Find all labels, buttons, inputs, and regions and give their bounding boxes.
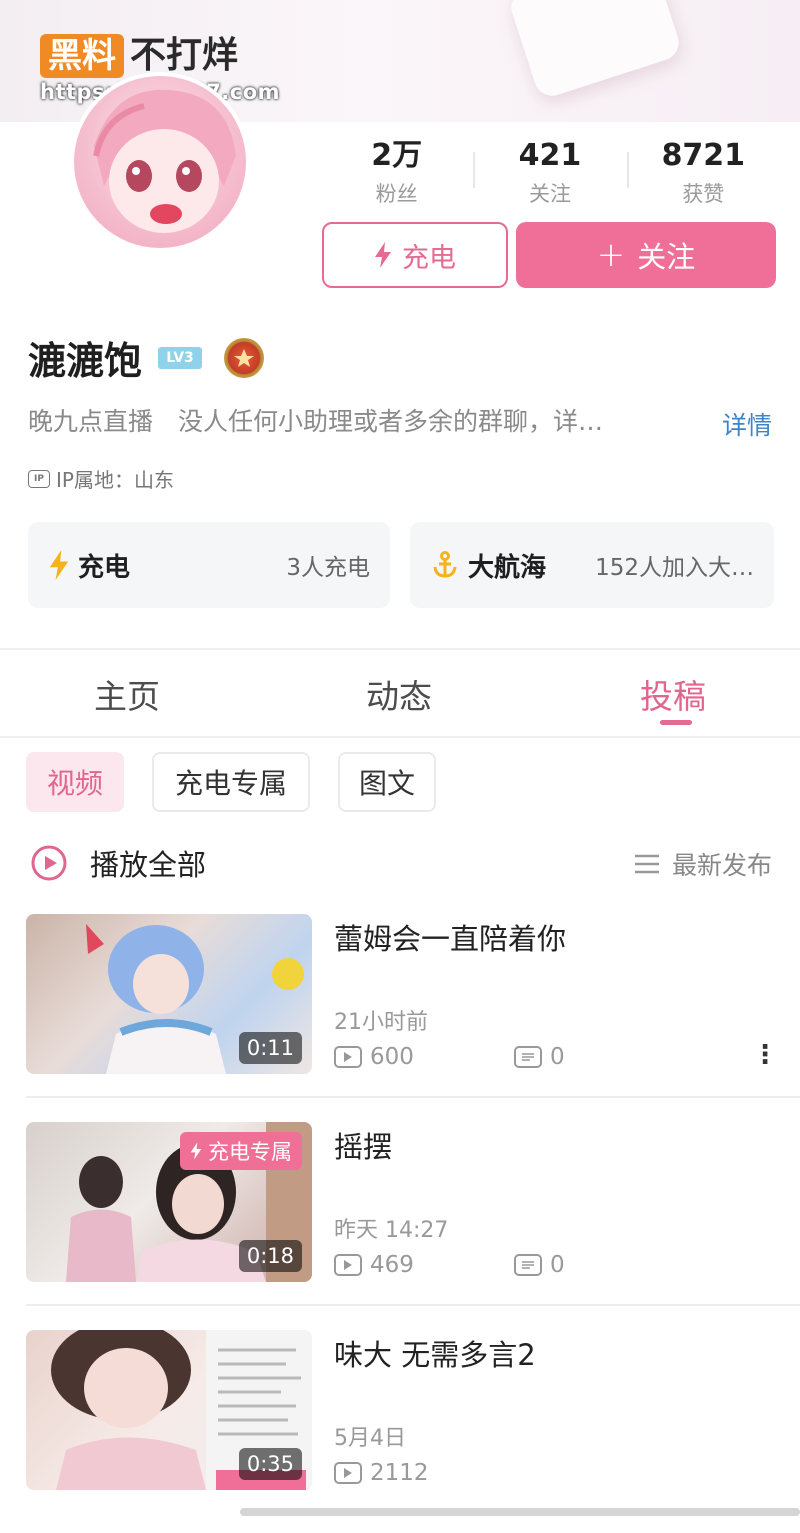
follow-button[interactable]: + 关注 xyxy=(516,222,776,288)
username: 漉漉饱 xyxy=(28,339,143,383)
profile-tabs: 主页 动态 投稿 xyxy=(0,660,800,736)
comment-count-value: 0 xyxy=(550,1252,565,1278)
play-count-icon xyxy=(334,1254,362,1276)
play-all-label: 播放全部 xyxy=(90,848,207,882)
anchor-icon xyxy=(433,551,457,578)
video-duration: 0:11 xyxy=(238,1032,302,1064)
charge-card[interactable]: 充电 3人充电 xyxy=(28,522,390,608)
comment-count: 0 xyxy=(514,1252,694,1278)
view-count-value: 2112 xyxy=(370,1460,429,1486)
charge-button[interactable]: 充电 xyxy=(322,222,508,288)
fleet-card-count: 152人加入大… xyxy=(595,555,754,581)
play-all-button[interactable]: 播放全部 xyxy=(30,842,206,884)
video-time: 21小时前 xyxy=(334,1010,428,1035)
video-title[interactable]: 摇摆 xyxy=(334,1124,392,1166)
medal-emblem xyxy=(234,348,255,367)
charge-card-title: 充电 xyxy=(78,552,131,583)
watermark-brand: 黑料 xyxy=(40,34,124,78)
ip-text: IP属地：山东 xyxy=(56,468,174,492)
filter-image-text[interactable]: 图文 xyxy=(338,752,436,812)
video-meta: 2112 xyxy=(334,1460,514,1486)
active-tab-indicator xyxy=(660,720,692,725)
sort-label: 最新发布 xyxy=(671,851,772,880)
more-options-icon[interactable]: ⋮ xyxy=(752,1040,778,1070)
video-thumbnail[interactable]: 充电专属 0:18 xyxy=(26,1122,312,1282)
level-badge: LV3 xyxy=(158,346,203,369)
stat-value: 8721 xyxy=(661,138,746,173)
follow-button-label: 关注 xyxy=(637,240,696,274)
name-row: 漉漉饱 LV3 xyxy=(28,330,265,385)
comment-count: 0 xyxy=(514,1044,694,1070)
video-item[interactable]: 0:35 味大 无需多言2 5月4日 2112 xyxy=(0,1330,800,1533)
tab-dynamics[interactable]: 动态 xyxy=(366,670,432,718)
stat-label: 获赞 xyxy=(682,182,725,206)
bio-text: 晚九点直播 没人任何小助理或者多余的群聊，详… xyxy=(28,407,604,436)
avatar[interactable] xyxy=(70,72,250,252)
stat-followers[interactable]: 2万 粉丝 xyxy=(320,138,473,208)
lightning-icon xyxy=(190,1142,202,1160)
sort-button[interactable]: 最新发布 xyxy=(634,846,772,882)
video-item[interactable]: 充电专属 0:18 摇摆 昨天 14:27 469 0 xyxy=(0,1122,800,1328)
view-count: 2112 xyxy=(334,1460,514,1486)
video-title[interactable]: 味大 无需多言2 xyxy=(334,1332,536,1374)
ip-location: IP IP属地：山东 xyxy=(28,464,174,493)
view-count: 600 xyxy=(334,1044,514,1070)
watermark-text: 不打烊 xyxy=(130,35,239,76)
view-count-value: 600 xyxy=(370,1044,414,1070)
video-duration: 0:35 xyxy=(238,1448,302,1480)
video-thumbnail[interactable]: 0:35 xyxy=(26,1330,312,1490)
video-time: 5月4日 xyxy=(334,1426,406,1451)
stat-label: 关注 xyxy=(528,182,571,206)
home-indicator xyxy=(240,1508,800,1516)
stat-value: 421 xyxy=(518,138,582,173)
comment-icon xyxy=(514,1046,542,1068)
video-meta: 600 0 xyxy=(334,1044,694,1070)
stat-value: 2万 xyxy=(371,138,423,173)
lightning-icon xyxy=(375,242,391,268)
charge-button-label: 充电 xyxy=(402,242,456,274)
avatar-illustration xyxy=(93,89,236,233)
filter-charge-exclusive[interactable]: 充电专属 xyxy=(152,752,310,812)
filter-video[interactable]: 视频 xyxy=(26,752,124,812)
banner-decoration xyxy=(506,0,684,101)
comment-count-value: 0 xyxy=(550,1044,565,1070)
plus-icon: + xyxy=(596,235,626,275)
tabs-divider xyxy=(0,736,800,738)
play-circle-icon xyxy=(31,845,67,881)
fleet-card-title: 大航海 xyxy=(468,552,547,583)
badge-label: 充电专属 xyxy=(208,1140,292,1164)
list-icon xyxy=(634,854,659,874)
comment-icon xyxy=(514,1254,542,1276)
tab-uploads[interactable]: 投稿 xyxy=(640,670,706,718)
lightning-icon xyxy=(49,550,69,580)
charge-exclusive-badge: 充电专属 xyxy=(180,1132,302,1170)
video-item[interactable]: 0:11 蕾姆会一直陪着你 21小时前 600 0 ⋮ xyxy=(0,914,800,1120)
play-count-icon xyxy=(334,1046,362,1068)
fleet-card[interactable]: 大航海 152人加入大… xyxy=(410,522,774,608)
stat-likes[interactable]: 8721 获赞 xyxy=(626,138,780,208)
stat-label: 粉丝 xyxy=(375,182,418,206)
video-time: 昨天 14:27 xyxy=(334,1218,449,1243)
ip-icon: IP xyxy=(28,469,50,488)
medal-icon[interactable] xyxy=(224,337,265,378)
video-duration: 0:18 xyxy=(238,1240,302,1272)
list-divider xyxy=(26,1304,800,1306)
play-count-icon xyxy=(334,1462,362,1484)
view-count: 469 xyxy=(334,1252,514,1278)
list-divider xyxy=(26,1096,800,1098)
stat-following[interactable]: 421 关注 xyxy=(473,138,626,208)
view-count-value: 469 xyxy=(370,1252,414,1278)
video-thumbnail[interactable]: 0:11 xyxy=(26,914,312,1074)
tab-home[interactable]: 主页 xyxy=(94,670,160,718)
bio-details-link[interactable]: 详情 xyxy=(722,406,772,442)
video-title[interactable]: 蕾姆会一直陪着你 xyxy=(334,916,566,958)
charge-card-count: 3人充电 xyxy=(286,555,370,581)
section-divider xyxy=(0,648,800,650)
stats-row: 2万 粉丝 421 关注 8721 获赞 xyxy=(320,138,780,208)
video-meta: 469 0 xyxy=(334,1252,694,1278)
